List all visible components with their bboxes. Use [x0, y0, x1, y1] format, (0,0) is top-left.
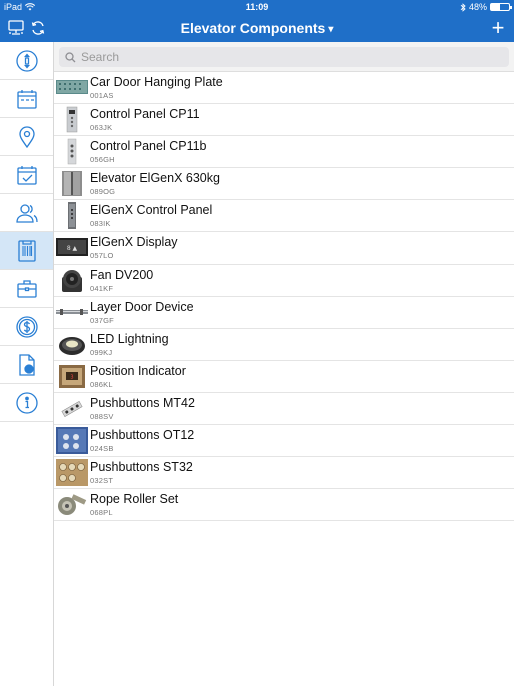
contacts-icon [15, 201, 39, 225]
sidebar-item-document-globe[interactable] [0, 346, 53, 384]
component-code: 057LO [90, 251, 114, 261]
search-bar: Search [54, 42, 514, 72]
component-thumbnail [56, 331, 88, 358]
svg-text:8 ▲: 8 ▲ [67, 245, 78, 252]
nav-bar: Elevator Components ▾ + [0, 14, 514, 42]
component-name: Pushbuttons OT12 [90, 428, 195, 443]
sidebar [0, 42, 54, 686]
sidebar-item-info[interactable] [0, 384, 53, 422]
sidebar-item-barcode-catalog[interactable] [0, 232, 53, 270]
list-item[interactable]: Pushbuttons ST32 032ST [54, 457, 514, 490]
component-code: 037GF [90, 315, 114, 325]
battery-icon [490, 3, 512, 11]
component-thumbnail: 8 ▲ [56, 234, 88, 261]
component-thumbnail [56, 202, 88, 230]
list-item[interactable]: Elevator ElGenX 630kg 089OG [54, 168, 514, 201]
list-item[interactable]: Control Panel CP11 063JK [54, 104, 514, 137]
briefcase-icon [15, 277, 39, 301]
component-thumbnail [56, 170, 88, 197]
component-name: Position Indicator [90, 363, 186, 378]
document-globe-icon [15, 353, 39, 377]
nav-title[interactable]: Elevator Components ▾ [0, 20, 514, 36]
component-code: 024SB [90, 444, 114, 454]
component-list: Car Door Hanging Plate 001AS Control Panel… [54, 72, 514, 522]
list-item[interactable]: ElGenX Control Panel 083IK [54, 200, 514, 233]
list-item[interactable]: 3 Position Indicator 086KL [54, 361, 514, 393]
component-code: 032ST [90, 476, 114, 486]
status-bar: iPad 11:09 48% [0, 0, 514, 14]
battery-percent: 48% [468, 2, 487, 12]
add-icon[interactable]: + [488, 17, 508, 39]
calendar-icon [15, 87, 39, 111]
component-thumbnail [56, 394, 88, 422]
sidebar-item-dollar[interactable] [0, 308, 53, 346]
svg-text:3: 3 [70, 374, 73, 380]
component-code: 068PL [90, 508, 113, 518]
sidebar-item-calendar[interactable] [0, 80, 53, 118]
component-code: 099KJ [90, 347, 113, 357]
nav-title-label: Elevator Components [180, 20, 326, 36]
dollar-icon [15, 315, 39, 339]
component-name: LED Lightning [90, 331, 169, 346]
component-name: Car Door Hanging Plate [90, 75, 223, 89]
component-name: ElGenX Display [90, 235, 178, 250]
component-name: ElGenX Control Panel [90, 203, 213, 218]
component-thumbnail [56, 267, 88, 294]
component-name: Pushbuttons ST32 [90, 460, 193, 475]
list-item[interactable]: Pushbuttons MT42 088SV [54, 393, 514, 426]
component-code: 088SV [90, 411, 114, 421]
sidebar-item-calendar-check[interactable] [0, 156, 53, 194]
list-item[interactable]: 8 ▲ ElGenX Display 057LO [54, 232, 514, 265]
component-code: 089OG [90, 187, 116, 197]
sidebar-item-elevator[interactable] [0, 42, 53, 80]
component-thumbnail [56, 74, 88, 101]
list-item[interactable]: Pushbuttons OT12 024SB [54, 425, 514, 458]
component-thumbnail [56, 138, 88, 165]
component-name: Rope Roller Set [90, 492, 179, 507]
clock: 11:09 [245, 2, 269, 12]
component-thumbnail [56, 459, 88, 487]
list-item[interactable]: Car Door Hanging Plate 001AS [54, 72, 514, 105]
list-item[interactable]: LED Lightning 099KJ [54, 329, 514, 361]
sidebar-item-location-pin[interactable] [0, 118, 53, 156]
component-name: Control Panel CP11b [90, 139, 207, 154]
list-item[interactable]: Control Panel CP11b 056GH [54, 136, 514, 169]
bluetooth-icon [460, 2, 466, 12]
component-code: 056GH [90, 155, 115, 165]
chevron-down-icon: ▾ [328, 24, 334, 35]
component-thumbnail: 3 [56, 363, 88, 390]
info-icon [15, 391, 39, 415]
search-placeholder: Search [81, 50, 120, 64]
list-item[interactable]: Layer Door Device 037GF [54, 297, 514, 329]
component-thumbnail [56, 491, 88, 518]
search-icon [65, 51, 76, 62]
component-thumbnail [56, 427, 88, 455]
component-name: Layer Door Device [90, 299, 194, 314]
component-code: 001AS [90, 91, 114, 100]
component-code: 086KL [90, 379, 113, 389]
list-item[interactable]: Rope Roller Set 068PL [54, 489, 514, 522]
component-code: 041KF [90, 283, 114, 293]
component-list-panel: Search Car Door Hanging Plate 001AS Contro… [54, 42, 514, 686]
component-thumbnail [56, 299, 88, 326]
component-name: Elevator ElGenX 630kg [90, 171, 220, 186]
sidebar-item-briefcase[interactable] [0, 270, 53, 308]
component-name: Pushbuttons MT42 [90, 395, 195, 410]
elevator-icon [15, 49, 39, 73]
component-code: 083IK [90, 219, 111, 229]
component-name: Fan DV200 [90, 267, 154, 282]
component-thumbnail [56, 106, 88, 133]
list-item[interactable]: Fan DV200 041KF [54, 265, 514, 297]
barcode-catalog-icon [15, 239, 39, 263]
component-code: 063JK [90, 123, 113, 133]
component-name: Control Panel CP11 [90, 107, 200, 122]
sidebar-item-contacts[interactable] [0, 194, 53, 232]
calendar-check-icon [15, 163, 39, 187]
location-pin-icon [15, 125, 39, 149]
search-input[interactable]: Search [59, 47, 509, 67]
